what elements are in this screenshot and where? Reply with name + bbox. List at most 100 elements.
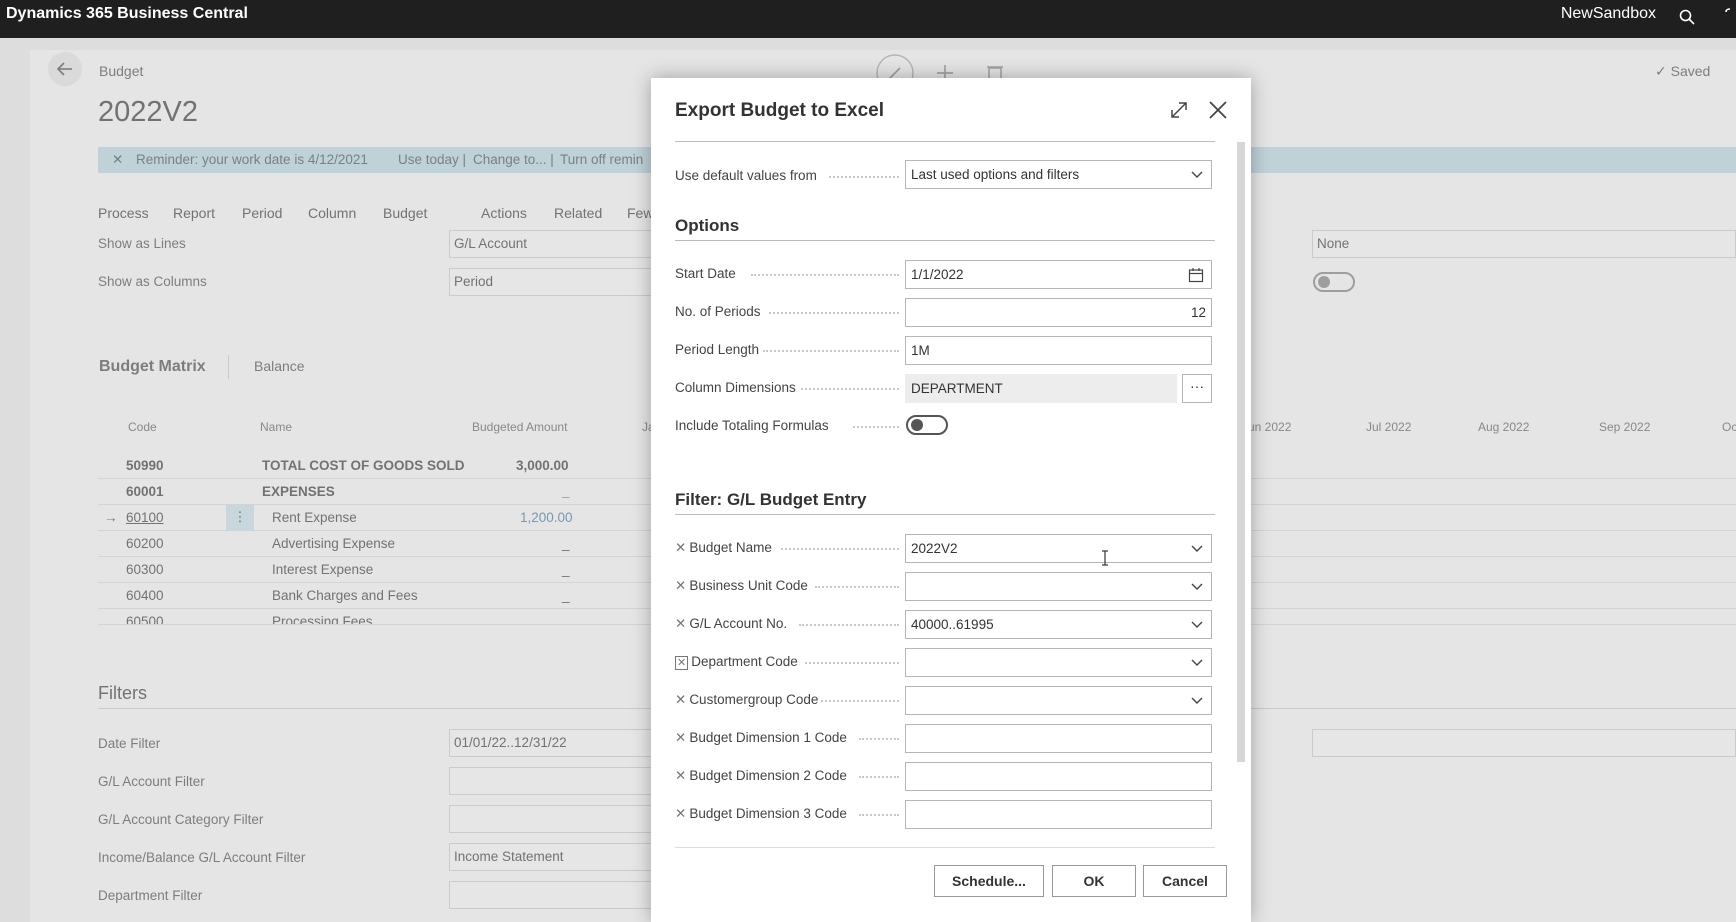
totaling-formulas-label: Include Totaling Formulas xyxy=(675,418,829,433)
department-code-filter-label[interactable]: ✕ Department Code xyxy=(675,654,798,670)
right-filter-field[interactable] xyxy=(1312,729,1736,757)
col-code[interactable]: Code xyxy=(128,420,157,434)
help-icon[interactable] xyxy=(1722,8,1736,26)
business-unit-dropdown[interactable] xyxy=(905,572,1212,601)
action-actions[interactable]: Actions xyxy=(481,205,527,221)
row-name: Processing Fees xyxy=(272,614,373,625)
filter-label-text: Budget Dimension 3 Code xyxy=(689,806,847,821)
use-today-link[interactable]: Use today | xyxy=(398,152,466,167)
row-code: 60400 xyxy=(126,588,164,603)
environment-name[interactable]: NewSandbox xyxy=(1561,5,1656,23)
balance-tab[interactable]: Balance xyxy=(254,358,305,374)
periods-field[interactable]: 12 xyxy=(905,298,1212,327)
department-filter-field[interactable] xyxy=(449,881,659,909)
use-default-dropdown[interactable]: Last used options and filters xyxy=(905,160,1212,189)
right-toggle[interactable] xyxy=(1313,272,1355,292)
col-jul[interactable]: Jul 2022 xyxy=(1366,420,1411,434)
budget-matrix-title: Budget Matrix xyxy=(99,358,206,375)
gl-account-filter-label: G/L Account Filter xyxy=(98,774,205,789)
period-length-field[interactable]: 1M xyxy=(905,336,1212,365)
budget-dim1-field[interactable] xyxy=(905,724,1212,753)
budget-dim3-filter-label[interactable]: ✕ Budget Dimension 3 Code xyxy=(675,806,847,822)
dialog-scrollbar[interactable] xyxy=(1237,142,1245,762)
totaling-formulas-toggle[interactable] xyxy=(906,415,948,435)
clear-filter-icon[interactable]: ✕ xyxy=(675,730,686,745)
ok-button[interactable]: OK xyxy=(1052,865,1136,897)
action-period[interactable]: Period xyxy=(242,205,282,221)
col-aug[interactable]: Aug 2022 xyxy=(1478,420,1529,434)
clear-filter-icon[interactable]: ✕ xyxy=(675,616,686,631)
clear-filter-icon[interactable]: ✕ xyxy=(675,578,686,593)
filter-label-text: Budget Dimension 1 Code xyxy=(689,730,847,745)
column-dimensions-lookup-button[interactable]: ··· xyxy=(1182,374,1212,403)
filters-title: Filters xyxy=(98,683,147,703)
close-icon[interactable] xyxy=(1207,99,1229,121)
action-related[interactable]: Related xyxy=(554,205,602,221)
customergroup-code-dropdown[interactable] xyxy=(905,686,1212,715)
budget-dim1-filter-label[interactable]: ✕ Budget Dimension 1 Code xyxy=(675,730,847,746)
chevron-down-icon xyxy=(1191,583,1203,590)
right-option-field[interactable]: None xyxy=(1312,230,1736,258)
turn-off-link[interactable]: Turn off remin xyxy=(560,152,643,167)
show-as-lines-field[interactable]: G/L Account xyxy=(449,230,659,258)
gl-account-filter-field[interactable] xyxy=(449,767,659,795)
action-column[interactable]: Column xyxy=(308,205,356,221)
clear-filter-icon[interactable]: ✕ xyxy=(675,540,686,555)
row-name: EXPENSES xyxy=(262,484,335,499)
filter-label-text: Budget Name xyxy=(689,540,772,555)
start-date-field[interactable]: 1/1/2022 xyxy=(905,260,1212,289)
row-menu-icon[interactable]: ⋮ xyxy=(226,505,254,531)
gl-category-filter-field[interactable] xyxy=(449,805,659,833)
action-report[interactable]: Report xyxy=(173,205,215,221)
department-code-dropdown[interactable] xyxy=(905,648,1212,677)
action-fewer[interactable]: Few xyxy=(627,205,653,221)
clear-filter-icon[interactable]: ✕ xyxy=(675,768,686,783)
filter-label-text: Business Unit Code xyxy=(689,578,808,593)
gl-account-no-filter-label[interactable]: ✕ G/L Account No. xyxy=(675,616,787,632)
col-name[interactable]: Name xyxy=(260,420,292,434)
business-unit-filter-label[interactable]: ✕ Business Unit Code xyxy=(675,578,808,594)
calendar-icon[interactable] xyxy=(1188,267,1204,283)
dots xyxy=(859,738,899,740)
row-code-link[interactable]: 60100 xyxy=(126,510,164,525)
search-icon[interactable] xyxy=(1678,8,1696,26)
clear-filter-icon[interactable]: ✕ xyxy=(675,692,686,707)
col-jun[interactable]: un 2022 xyxy=(1248,420,1291,434)
budget-dim2-field[interactable] xyxy=(905,762,1212,791)
use-default-label: Use default values from xyxy=(675,168,817,183)
action-process[interactable]: Process xyxy=(98,205,149,221)
gl-category-filter-label: G/L Account Category Filter xyxy=(98,812,264,827)
date-filter-field[interactable]: 01/01/22..12/31/22 xyxy=(449,729,659,757)
income-balance-filter-field[interactable]: Income Statement xyxy=(449,843,659,871)
clear-filter-icon[interactable]: ✕ xyxy=(675,656,689,670)
dots xyxy=(853,426,899,428)
change-to-link[interactable]: Change to... | xyxy=(473,152,554,167)
budget-name-dropdown[interactable]: 2022V2 xyxy=(905,534,1212,563)
row-code: 60500 xyxy=(126,614,164,625)
close-icon[interactable]: ✕ xyxy=(112,152,123,168)
col-budgeted[interactable]: Budgeted Amount xyxy=(472,420,567,434)
clear-filter-icon[interactable]: ✕ xyxy=(675,806,686,821)
budget-name-filter-label[interactable]: ✕ Budget Name xyxy=(675,540,772,556)
filter-label-text: G/L Account No. xyxy=(689,616,788,631)
expand-icon[interactable] xyxy=(1168,99,1190,121)
schedule-button[interactable]: Schedule... xyxy=(934,865,1044,897)
back-button[interactable] xyxy=(48,52,82,86)
divider xyxy=(675,240,1215,241)
action-budget[interactable]: Budget xyxy=(383,205,427,221)
col-sep[interactable]: Sep 2022 xyxy=(1599,420,1650,434)
budget-dim3-field[interactable] xyxy=(905,800,1212,829)
show-as-columns-field[interactable]: Period xyxy=(449,268,659,296)
toggle-knob xyxy=(1318,276,1330,288)
row-amount[interactable]: 1,200.00 xyxy=(520,510,573,525)
cancel-button[interactable]: Cancel xyxy=(1143,865,1227,897)
row-amount: 3,000.00 xyxy=(516,458,569,473)
page-title: 2022V2 xyxy=(98,96,198,128)
app-bar: Dynamics 365 Business Central NewSandbox xyxy=(0,0,1736,38)
gl-account-no-dropdown[interactable]: 40000..61995 xyxy=(905,610,1212,639)
customergroup-code-filter-label[interactable]: ✕ Customergroup Code xyxy=(675,692,818,708)
breadcrumb[interactable]: Budget xyxy=(99,63,143,79)
budget-dim2-filter-label[interactable]: ✕ Budget Dimension 2 Code xyxy=(675,768,847,784)
col-oct[interactable]: Oc xyxy=(1722,420,1736,434)
dots xyxy=(805,662,899,664)
